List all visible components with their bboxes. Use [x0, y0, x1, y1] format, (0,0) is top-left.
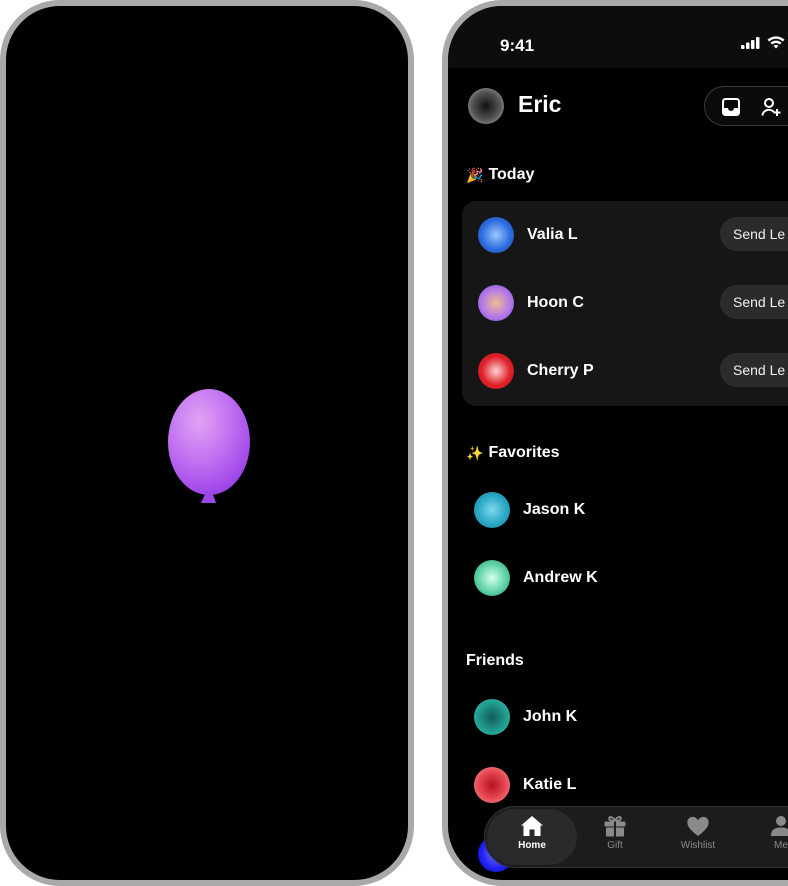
friend-name: Cherry P: [527, 362, 594, 379]
signal-icon: [741, 36, 761, 54]
avatar[interactable]: [468, 88, 504, 124]
sparkles-icon: ✨: [466, 444, 484, 461]
balloon-icon: [166, 384, 256, 506]
gift-icon: [573, 815, 657, 837]
page-title: Eric: [518, 91, 562, 117]
friend-name: Andrew K: [523, 569, 598, 586]
tab-home[interactable]: Home: [490, 815, 574, 851]
tab-bar: Home Gift Wishlist Me: [484, 806, 788, 868]
list-item[interactable]: Hoon C Send Le: [462, 283, 788, 323]
list-item[interactable]: Jason K: [448, 490, 788, 530]
friend-name: Katie L: [523, 776, 577, 793]
header-actions: [704, 86, 788, 126]
header: Eric: [448, 68, 788, 150]
list-item[interactable]: Cherry P Send Le: [462, 351, 788, 391]
friend-name: Hoon C: [527, 294, 584, 311]
send-letter-button[interactable]: Send Le: [720, 285, 788, 319]
friend-name: Valia L: [527, 226, 578, 243]
section-today-label: Today: [488, 166, 535, 183]
section-favorites: ✨ Favorites: [466, 444, 560, 462]
send-letter-button[interactable]: Send Le: [720, 353, 788, 387]
section-today: 🎉 Today: [466, 166, 534, 184]
list-item[interactable]: Katie L: [448, 765, 788, 805]
add-friend-icon[interactable]: [761, 97, 781, 117]
status-time: 9:41: [500, 36, 535, 55]
avatar: [478, 285, 514, 321]
avatar: [474, 560, 510, 596]
list-item[interactable]: Andrew K: [448, 558, 788, 598]
friend-name: Jason K: [523, 501, 586, 518]
inbox-icon[interactable]: [721, 97, 741, 117]
tab-label: Home: [518, 840, 546, 851]
tab-me[interactable]: Me: [739, 815, 788, 851]
list-item[interactable]: Valia L Send Le: [462, 215, 788, 255]
home-icon: [490, 815, 574, 837]
phone-balloon-screen: [0, 0, 414, 886]
section-favorites-label: Favorites: [488, 444, 560, 461]
wifi-icon: [767, 36, 785, 54]
avatar: [474, 492, 510, 528]
today-card: Valia L Send Le Hoon C Send Le Cherry P …: [462, 201, 788, 406]
section-friends: Friends: [466, 652, 524, 670]
phone-home-screen: 9:41 Eric 🎉 Today Valia L Send Le Hoon C…: [442, 0, 788, 886]
status-bar: 9:41: [448, 6, 788, 68]
person-icon: [739, 815, 788, 837]
section-friends-label: Friends: [466, 652, 524, 669]
tab-wishlist[interactable]: Wishlist: [656, 815, 740, 851]
tab-label: Gift: [607, 840, 623, 851]
avatar: [478, 353, 514, 389]
party-popper-icon: 🎉: [466, 166, 484, 183]
list-item[interactable]: John K: [448, 697, 788, 737]
tab-label: Wishlist: [680, 840, 716, 851]
avatar: [474, 699, 510, 735]
friend-name: John K: [523, 708, 578, 725]
send-letter-button[interactable]: Send Le: [720, 217, 788, 251]
tab-label: Me: [774, 840, 788, 851]
avatar: [478, 217, 514, 253]
tab-gift[interactable]: Gift: [573, 815, 657, 851]
avatar: [474, 767, 510, 803]
heart-icon: [656, 815, 740, 837]
